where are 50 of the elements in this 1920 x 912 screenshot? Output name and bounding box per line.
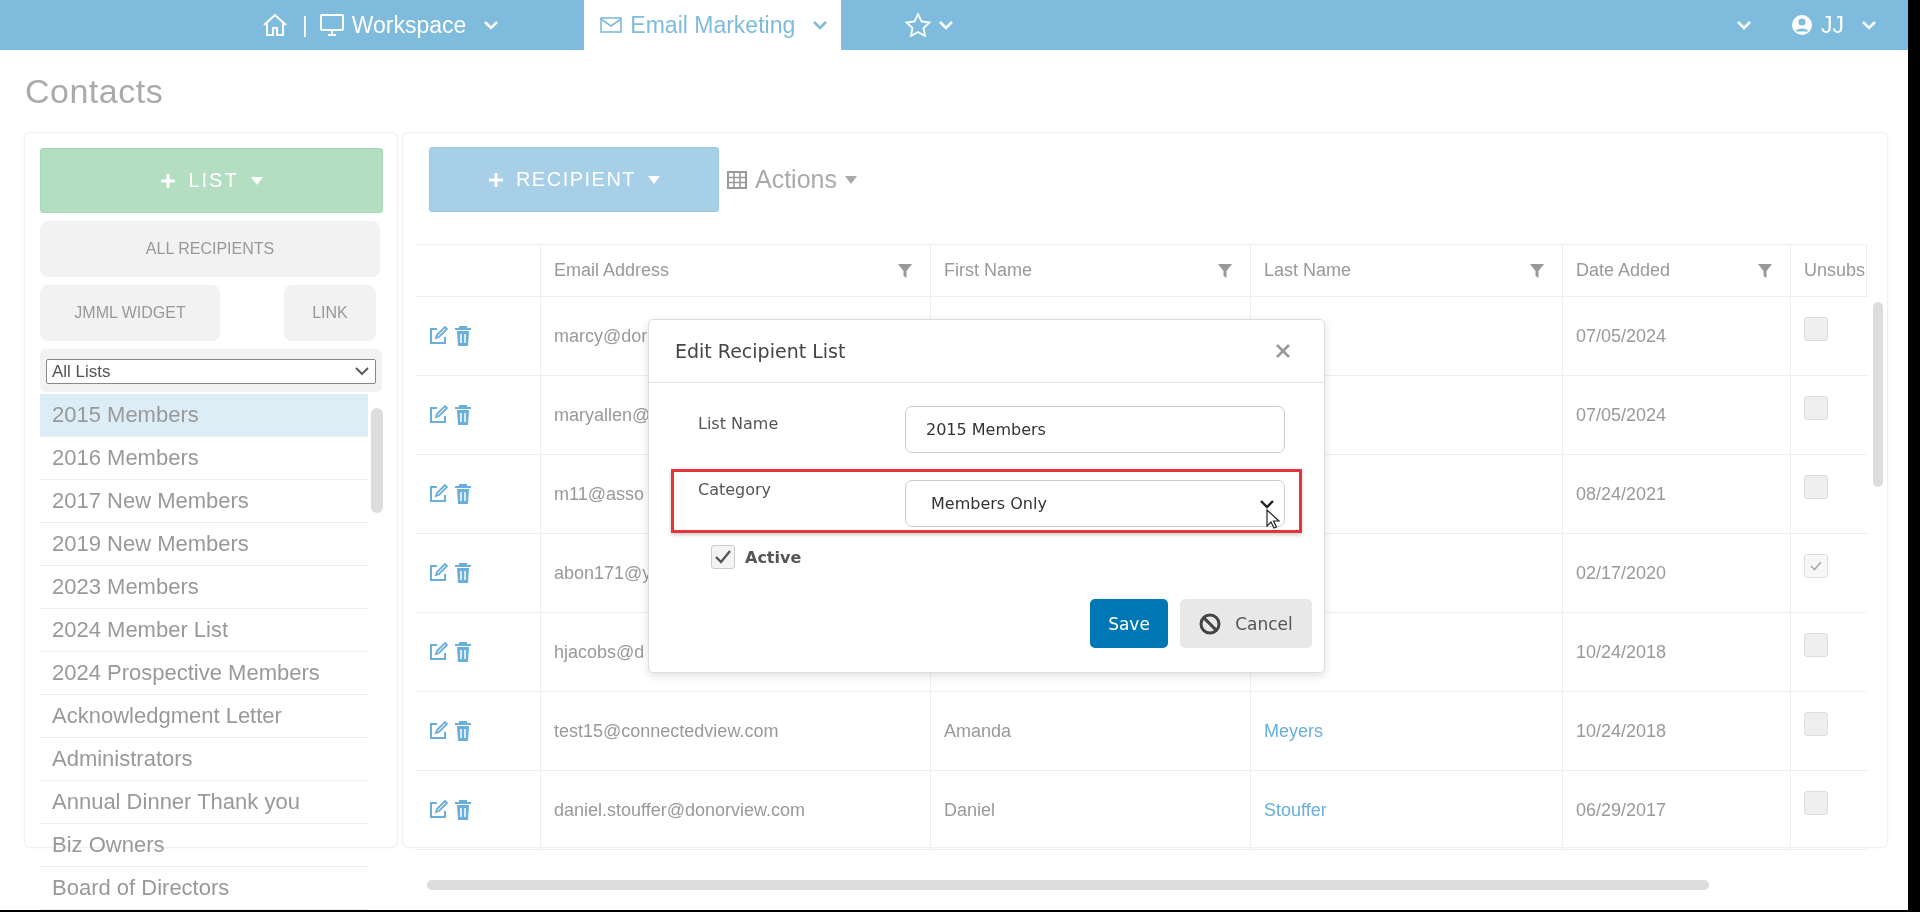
table-cell: 06/29/2017 [1563, 771, 1791, 850]
category-dropdown[interactable]: Members Only [905, 480, 1285, 527]
list-item[interactable]: 2017 New Members [40, 480, 368, 523]
nav-tab[interactable]: Email Marketing [584, 0, 842, 50]
list-item[interactable]: 2023 Members [40, 566, 368, 609]
link-button[interactable]: LINK [284, 285, 376, 341]
list-item[interactable]: Administrators [40, 738, 368, 781]
column-header[interactable]: Last Name [1251, 245, 1563, 297]
list-item[interactable]: 2019 New Members [40, 523, 368, 566]
list-item[interactable]: Biz Owners [40, 824, 368, 867]
dialog-title: Edit Recipient List [675, 340, 846, 362]
table-cell: test15@connectedview.com [541, 692, 931, 771]
column-header[interactable]: Email Address [541, 245, 931, 297]
field-label: List Name [698, 413, 780, 433]
last-name-link[interactable]: Stouffer [1251, 771, 1563, 850]
table-cell: 10/24/2018 [1563, 692, 1791, 771]
actions-menu[interactable]: Actions [727, 165, 857, 194]
page-title: Contacts [24, 71, 165, 112]
column-header[interactable]: Date Added [1563, 245, 1791, 297]
list-item[interactable]: 2016 Members [40, 437, 368, 480]
input-field[interactable]: 2015 Members [905, 406, 1285, 453]
nav-tab[interactable]: Workspace [319, 0, 521, 50]
new-list-button[interactable]: LIST [40, 148, 383, 213]
list-item[interactable]: Annual Dinner Thank you [40, 781, 368, 824]
table-cell: daniel.stouffer@donorview.com [541, 771, 931, 850]
all-recipients-button[interactable]: ALL RECIPIENTS [40, 221, 380, 277]
column-header[interactable]: First Name [931, 245, 1251, 297]
list-item[interactable]: 2024 Prospective Members [40, 652, 368, 695]
new-recipient-button[interactable]: RECIPIENT [429, 147, 719, 212]
cancel-button[interactable]: Cancel [1180, 599, 1312, 648]
user-menu[interactable]: JJ [1791, 0, 1898, 50]
table-cell: 10/24/2018 [1563, 613, 1791, 692]
column-header[interactable]: Unsubs [1791, 245, 1867, 297]
table-cell: 02/17/2020 [1563, 534, 1791, 613]
list-item[interactable]: Board of Directors [40, 867, 368, 910]
table-cell: Amanda [931, 692, 1251, 771]
list-item[interactable]: 2024 Member List [40, 609, 368, 652]
checkbox-label: Active [745, 547, 802, 567]
list-filter-dropdown[interactable]: All Lists [46, 359, 376, 384]
table-cell: 07/05/2024 [1563, 376, 1791, 455]
last-name-link[interactable]: Meyers [1251, 692, 1563, 771]
list-item[interactable]: Acknowledgment Letter [40, 695, 368, 738]
field-label: Category [698, 479, 773, 499]
widget-button[interactable]: JMML WIDGET [40, 285, 220, 341]
table-cell: Daniel [931, 771, 1251, 850]
table-cell: 08/24/2021 [1563, 455, 1791, 534]
list-item[interactable]: 2015 Members [40, 394, 368, 437]
separator: | [302, 12, 308, 38]
save-button[interactable]: Save [1090, 599, 1168, 648]
table-cell: 07/05/2024 [1563, 297, 1791, 376]
